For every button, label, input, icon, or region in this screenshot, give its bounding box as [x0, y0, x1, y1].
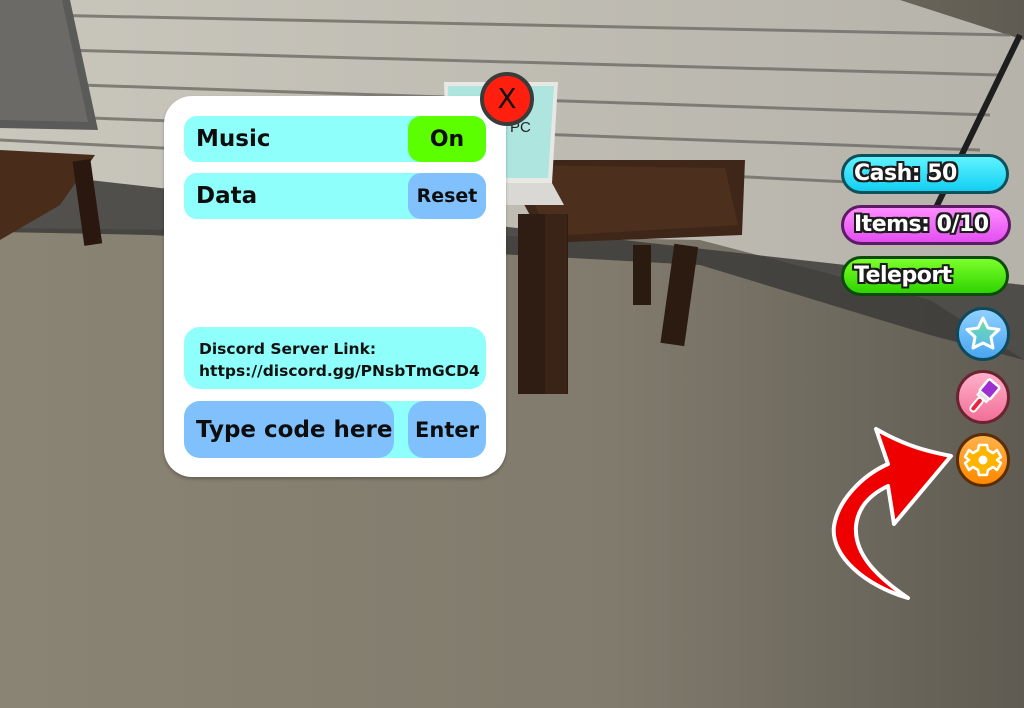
star-button[interactable] [956, 307, 1010, 361]
reset-data-button[interactable]: Reset [408, 173, 486, 219]
code-input[interactable] [184, 401, 394, 458]
code-redeem-row: Enter [184, 401, 486, 458]
music-label: Music [196, 126, 271, 152]
music-toggle-button[interactable]: On [408, 116, 486, 162]
cash-display: Cash: 50 [841, 154, 1009, 194]
paintbrush-icon [969, 378, 1001, 413]
settings-panel: Music On Data Reset Discord Server Link:… [164, 96, 506, 477]
discord-link-url[interactable]: https://discord.gg/PNsbTmGCD4 [199, 360, 480, 382]
enter-code-button[interactable]: Enter [408, 401, 486, 458]
discord-link-text: Discord Server Link: https://discord.gg/… [199, 338, 480, 382]
star-icon [965, 316, 1001, 350]
cash-label: Cash: 50 [854, 161, 957, 186]
chair-post [545, 214, 567, 394]
desk-leg [633, 245, 651, 305]
tutorial-arrow-icon [831, 427, 953, 600]
items-display: Items: 0/10 [841, 205, 1011, 245]
discord-link-label: Discord Server Link: [199, 340, 377, 358]
settings-button[interactable] [956, 433, 1010, 487]
teleport-button[interactable]: Teleport [841, 256, 1009, 296]
gear-icon [963, 443, 1003, 477]
close-settings-button[interactable]: X [480, 72, 534, 126]
music-setting-row: Music On [184, 116, 486, 162]
data-label: Data [196, 183, 258, 209]
items-label: Items: 0/10 [854, 212, 989, 237]
data-setting-row: Data Reset [184, 173, 486, 219]
discord-link-box: Discord Server Link: https://discord.gg/… [184, 327, 486, 389]
paint-button[interactable] [956, 370, 1010, 424]
teleport-label: Teleport [854, 263, 952, 288]
